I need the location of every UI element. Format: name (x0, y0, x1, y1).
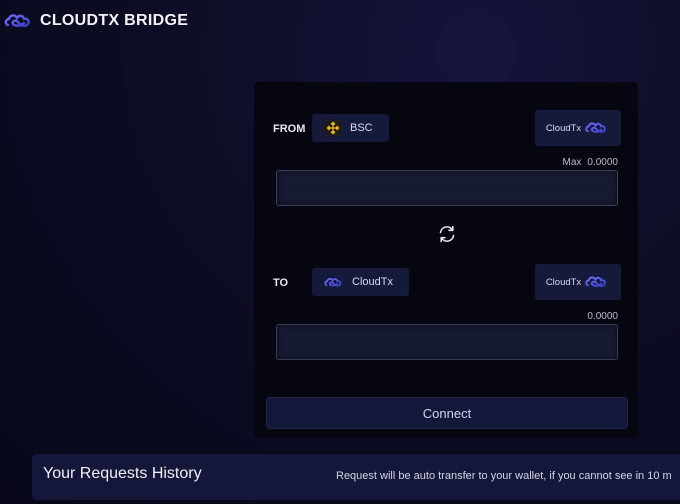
to-chain-name: CloudTx (352, 276, 393, 288)
cloudtx-logo-icon (585, 276, 607, 287)
swap-refresh-icon[interactable] (437, 224, 457, 244)
to-amount-input[interactable] (276, 324, 618, 360)
to-balance: 0.0000 (540, 311, 618, 322)
from-chain-name: BSC (350, 122, 373, 134)
to-chain-selector[interactable]: CloudTx (312, 268, 409, 296)
requests-history-bar: Your Requests History Request will be au… (32, 454, 680, 500)
to-token-name: CloudTx (545, 276, 582, 288)
cloudtx-logo-icon (4, 14, 30, 27)
to-balance-value: 0.0000 (587, 311, 618, 322)
to-token-selector[interactable]: CloudTx (535, 264, 621, 300)
to-label: TO (273, 277, 289, 289)
from-balance: Max 0.0000 (520, 157, 619, 168)
from-token-name: CloudTx (545, 122, 582, 134)
from-token-selector[interactable]: CloudTx (535, 110, 621, 146)
connect-button[interactable]: Connect (266, 397, 628, 429)
from-amount-input[interactable] (276, 170, 618, 206)
history-title: Your Requests History (43, 465, 202, 482)
from-balance-value: 0.0000 (587, 157, 618, 168)
history-note: Request will be auto transfer to your wa… (336, 470, 672, 482)
brand-name: CLOUDTX BRIDGE (40, 12, 189, 29)
bnb-icon (324, 119, 342, 137)
cloudtx-logo-icon (585, 122, 607, 133)
cloudtx-logo-icon (324, 277, 342, 286)
max-button[interactable]: Max (563, 157, 582, 168)
from-label: FROM (273, 123, 306, 135)
brand[interactable]: CLOUDTX BRIDGE (4, 8, 188, 34)
from-chain-selector[interactable]: BSC (312, 114, 389, 142)
